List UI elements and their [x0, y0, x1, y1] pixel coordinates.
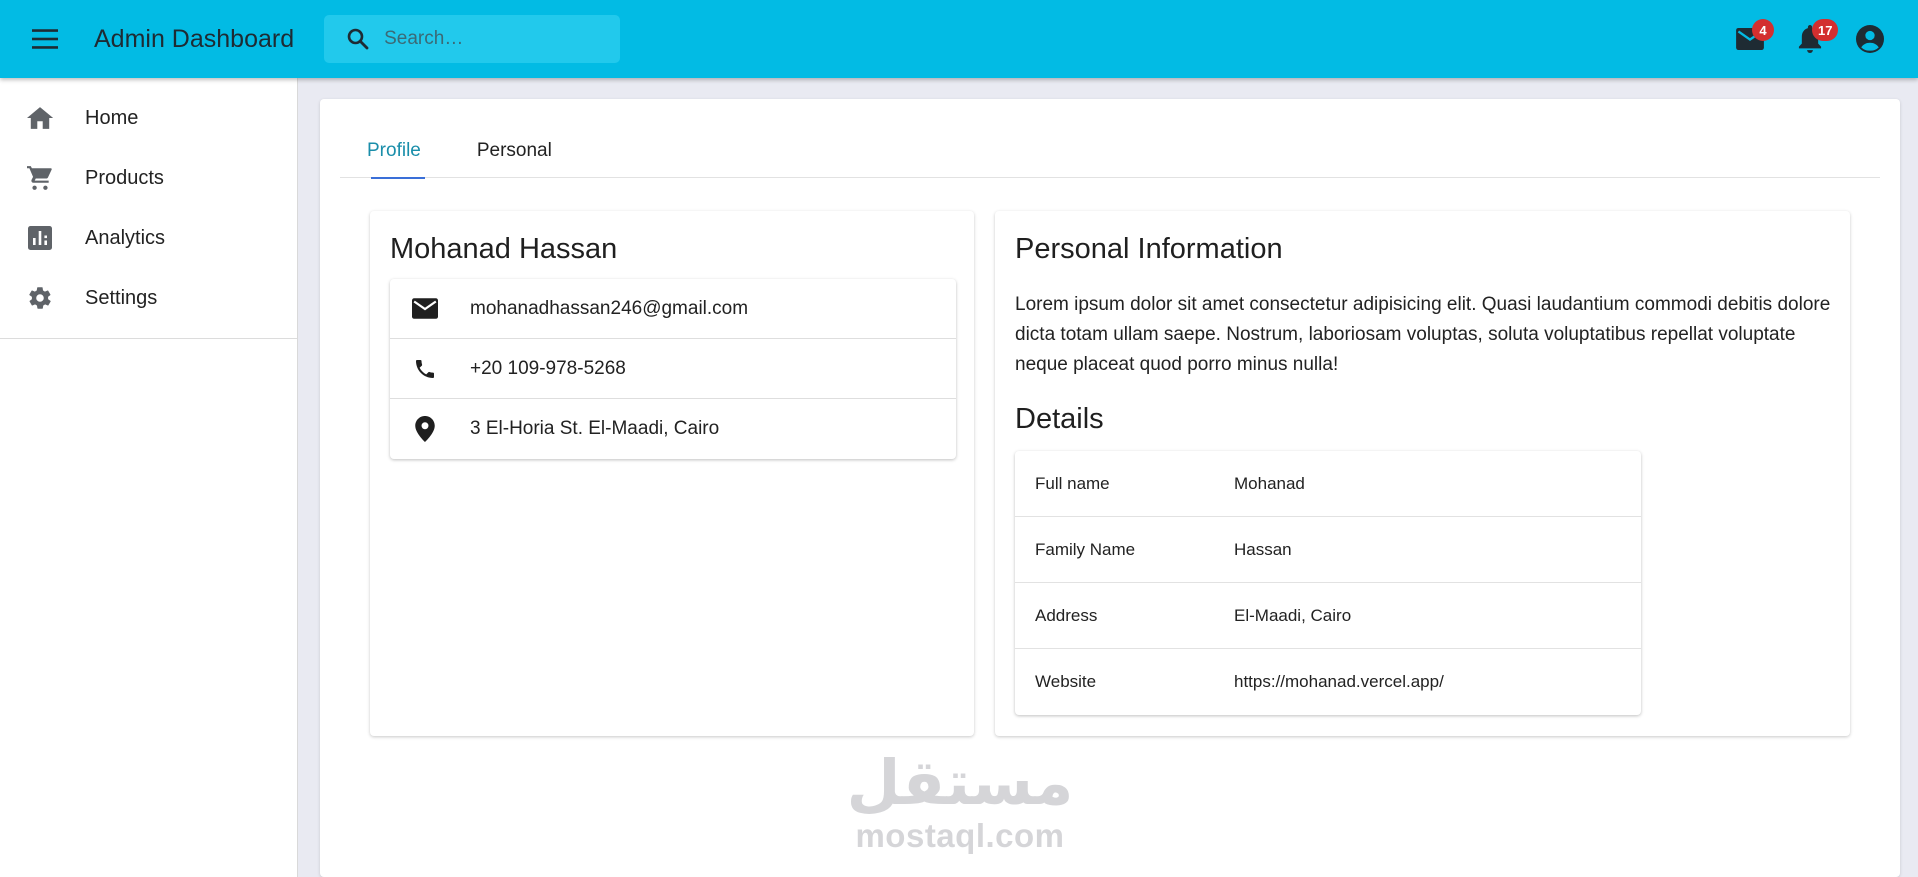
detail-value: Hassan [1234, 539, 1292, 559]
app-title: Admin Dashboard [94, 24, 295, 53]
app-bar: Admin Dashboard 4 17 [0, 0, 1918, 78]
notifications-badge: 17 [1812, 19, 1839, 41]
gear-icon [25, 285, 55, 311]
details-table: Full name Mohanad Family Name Hassan Add… [1015, 451, 1641, 715]
table-row: Address El-Maadi, Cairo [1015, 583, 1641, 649]
tab-bar: Profile Personal [340, 124, 1880, 179]
account-button[interactable] [1840, 9, 1900, 69]
menu-icon [32, 29, 58, 49]
sidebar-item-home[interactable]: Home [0, 88, 297, 148]
search-box[interactable] [324, 15, 621, 63]
tab-personal[interactable]: Personal [449, 124, 580, 178]
profile-name: Mohanad Hassan [390, 233, 618, 265]
sidebar-item-settings[interactable]: Settings [0, 268, 297, 328]
menu-button[interactable] [21, 15, 69, 63]
sidebar-item-label: Products [85, 166, 164, 189]
location-pin-icon [410, 416, 440, 442]
watermark-arabic: مستقل [846, 746, 1074, 819]
search-icon [347, 28, 369, 50]
personal-info-title: Personal Information [1015, 233, 1283, 265]
phone-icon [410, 357, 440, 381]
watermark-latin: mostaql.com [855, 817, 1065, 854]
main-panel: Profile Personal Mohanad Hassan mohanadh… [320, 99, 1900, 877]
website-link[interactable]: https://mohanad.vercel.app/ [1234, 672, 1444, 692]
tab-profile[interactable]: Profile [340, 124, 449, 179]
contact-phone-row[interactable]: +20 109-978-5268 [390, 339, 956, 399]
detail-key: Address [1035, 605, 1098, 625]
watermark-logo: مستقل mostaql.com [840, 748, 1080, 854]
sidebar-item-label: Settings [85, 286, 158, 309]
notifications-button[interactable]: 17 [1780, 9, 1840, 69]
detail-key: Family Name [1035, 539, 1136, 559]
sidebar-item-analytics[interactable]: Analytics [0, 208, 297, 268]
home-icon [25, 107, 55, 129]
contact-email-row[interactable]: mohanadhassan246@gmail.com [390, 279, 956, 339]
about-text: Lorem ipsum dolor sit amet consectetur a… [1015, 294, 1831, 375]
analytics-icon [25, 226, 55, 250]
mail-button[interactable]: 4 [1720, 9, 1780, 69]
search-input[interactable] [384, 28, 605, 50]
account-circle-icon [1856, 25, 1884, 53]
cart-icon [25, 165, 55, 191]
sidebar-item-products[interactable]: Products [0, 148, 297, 208]
table-row: Website https://mohanad.vercel.app/ [1015, 649, 1641, 715]
contact-phone: +20 109-978-5268 [470, 357, 626, 379]
table-row: Full name Mohanad [1015, 451, 1641, 517]
detail-value: Mohanad [1234, 473, 1305, 493]
sidebar: Home Products Analytics Settings [0, 78, 298, 877]
contact-list: mohanadhassan246@gmail.com +20 109-978-5… [390, 279, 956, 459]
personal-info-card: Personal Information Lorem ipsum dolor s… [995, 211, 1850, 736]
mail-badge: 4 [1752, 19, 1774, 41]
detail-key: Website [1035, 672, 1097, 691]
detail-key: Full name [1035, 473, 1110, 493]
email-icon [410, 298, 440, 319]
contact-address: 3 El-Horia St. El-Maadi, Cairo [470, 418, 720, 439]
details-title: Details [1015, 403, 1104, 435]
table-row: Family Name Hassan [1015, 517, 1641, 583]
contact-address-row[interactable]: 3 El-Horia St. El-Maadi, Cairo [390, 399, 956, 459]
contact-email: mohanadhassan246@gmail.com [470, 297, 749, 319]
sidebar-nav: Home Products Analytics Settings [0, 78, 297, 339]
profile-card: Mohanad Hassan mohanadhassan246@gmail.co… [370, 211, 974, 736]
sidebar-item-label: Home [85, 106, 139, 129]
detail-value: El-Maadi, Cairo [1234, 605, 1352, 625]
sidebar-item-label: Analytics [85, 226, 166, 249]
